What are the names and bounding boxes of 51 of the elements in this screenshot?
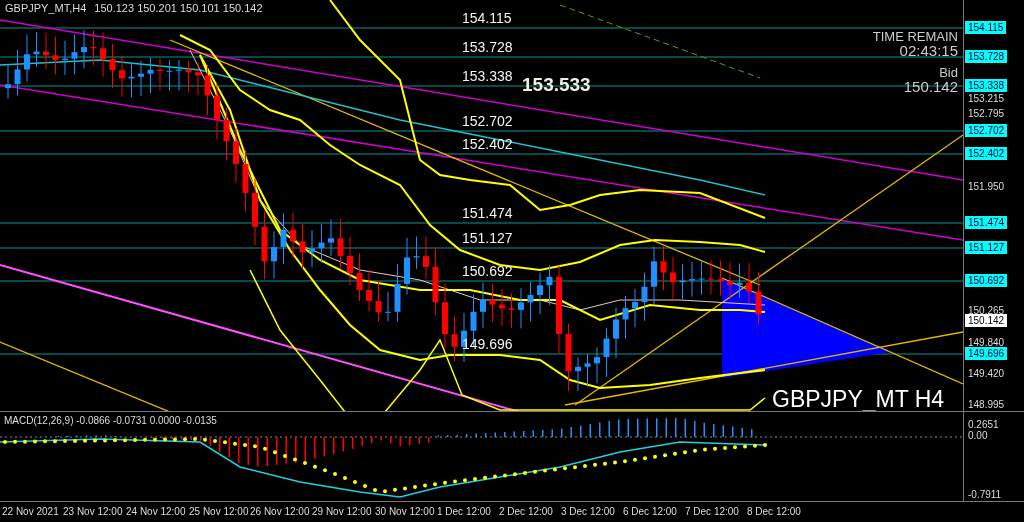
ohlc-values: 150.123 150.201 150.101 150.142 — [94, 2, 263, 14]
price-tick: 151.950 — [968, 181, 1005, 192]
time-remain-label: TIME REMAIN — [872, 30, 958, 43]
macd-label: MACD(12,26,9) -0.0866 -0.0731 0.0000 -0.0135 — [4, 415, 217, 427]
level-price-tag: 152.402 — [965, 147, 1008, 160]
level-price-tag: 152.702 — [965, 124, 1008, 137]
date-tick: 26 Nov 12:00 — [250, 506, 310, 518]
chart-symbol-title: GBPJPY_MT H4 — [772, 386, 945, 412]
level-price-tag: 151.474 — [965, 216, 1008, 229]
date-tick: 23 Nov 12:00 — [63, 506, 123, 518]
date-tick: 25 Nov 12:00 — [189, 506, 249, 518]
level-price-label: 153.338 — [462, 68, 513, 84]
macd-tick: 0.00 — [968, 430, 988, 442]
level-price-tag: 151.127 — [965, 241, 1008, 254]
level-price-tag: 150.692 — [965, 274, 1008, 287]
level-price-label: 150.692 — [462, 263, 513, 279]
price-tick: 152.795 — [968, 108, 1005, 119]
current-price-label: 153.533 — [522, 74, 591, 96]
date-tick: 24 Nov 12:00 — [126, 506, 186, 518]
level-price-label: 153.728 — [462, 39, 513, 55]
level-price-tag: 153.338 — [965, 79, 1008, 92]
date-tick: 3 Dec 12:00 — [561, 506, 615, 518]
level-price-tag: 149.696 — [965, 347, 1008, 360]
level-price-tag: 153.728 — [965, 50, 1008, 63]
level-price-label: 149.696 — [462, 336, 513, 352]
symbol-label: GBPJPY_MT,H4 — [5, 2, 87, 14]
current-price-tag: 150.142 — [965, 314, 1008, 327]
date-tick: 6 Dec 12:00 — [623, 506, 677, 518]
level-price-label: 154.115 — [462, 10, 512, 26]
level-price-label: 152.402 — [462, 136, 513, 152]
date-tick: 22 Nov 2021 — [2, 506, 59, 518]
time-remain-value: 02:43:15 — [899, 43, 958, 58]
macd-tick: -0.7911 — [968, 489, 1002, 501]
date-tick: 2 Dec 12:00 — [499, 506, 553, 518]
price-tick: 149.840 — [968, 337, 1005, 348]
level-price-label: 151.127 — [462, 230, 513, 246]
price-tick: 149.420 — [968, 368, 1005, 379]
price-tick: 150.265 — [968, 305, 1005, 316]
date-tick: 1 Dec 12:00 — [437, 506, 491, 518]
macd-tick: 0.2651 — [968, 419, 999, 431]
level-price-label: 151.474 — [462, 205, 513, 221]
date-tick: 7 Dec 12:00 — [685, 506, 739, 518]
price-tick: 148.995 — [968, 399, 1005, 410]
level-price-label: 152.702 — [462, 113, 513, 129]
price-tick: 153.215 — [968, 93, 1005, 104]
date-tick: 30 Nov 12:00 — [375, 506, 435, 518]
bid-value: 150.142 — [903, 79, 958, 94]
date-tick: 8 Dec 12:00 — [747, 506, 801, 518]
date-tick: 29 Nov 12:00 — [312, 506, 372, 518]
bid-label: Bid — [939, 66, 958, 79]
level-price-tag: 154.115 — [965, 21, 1007, 34]
